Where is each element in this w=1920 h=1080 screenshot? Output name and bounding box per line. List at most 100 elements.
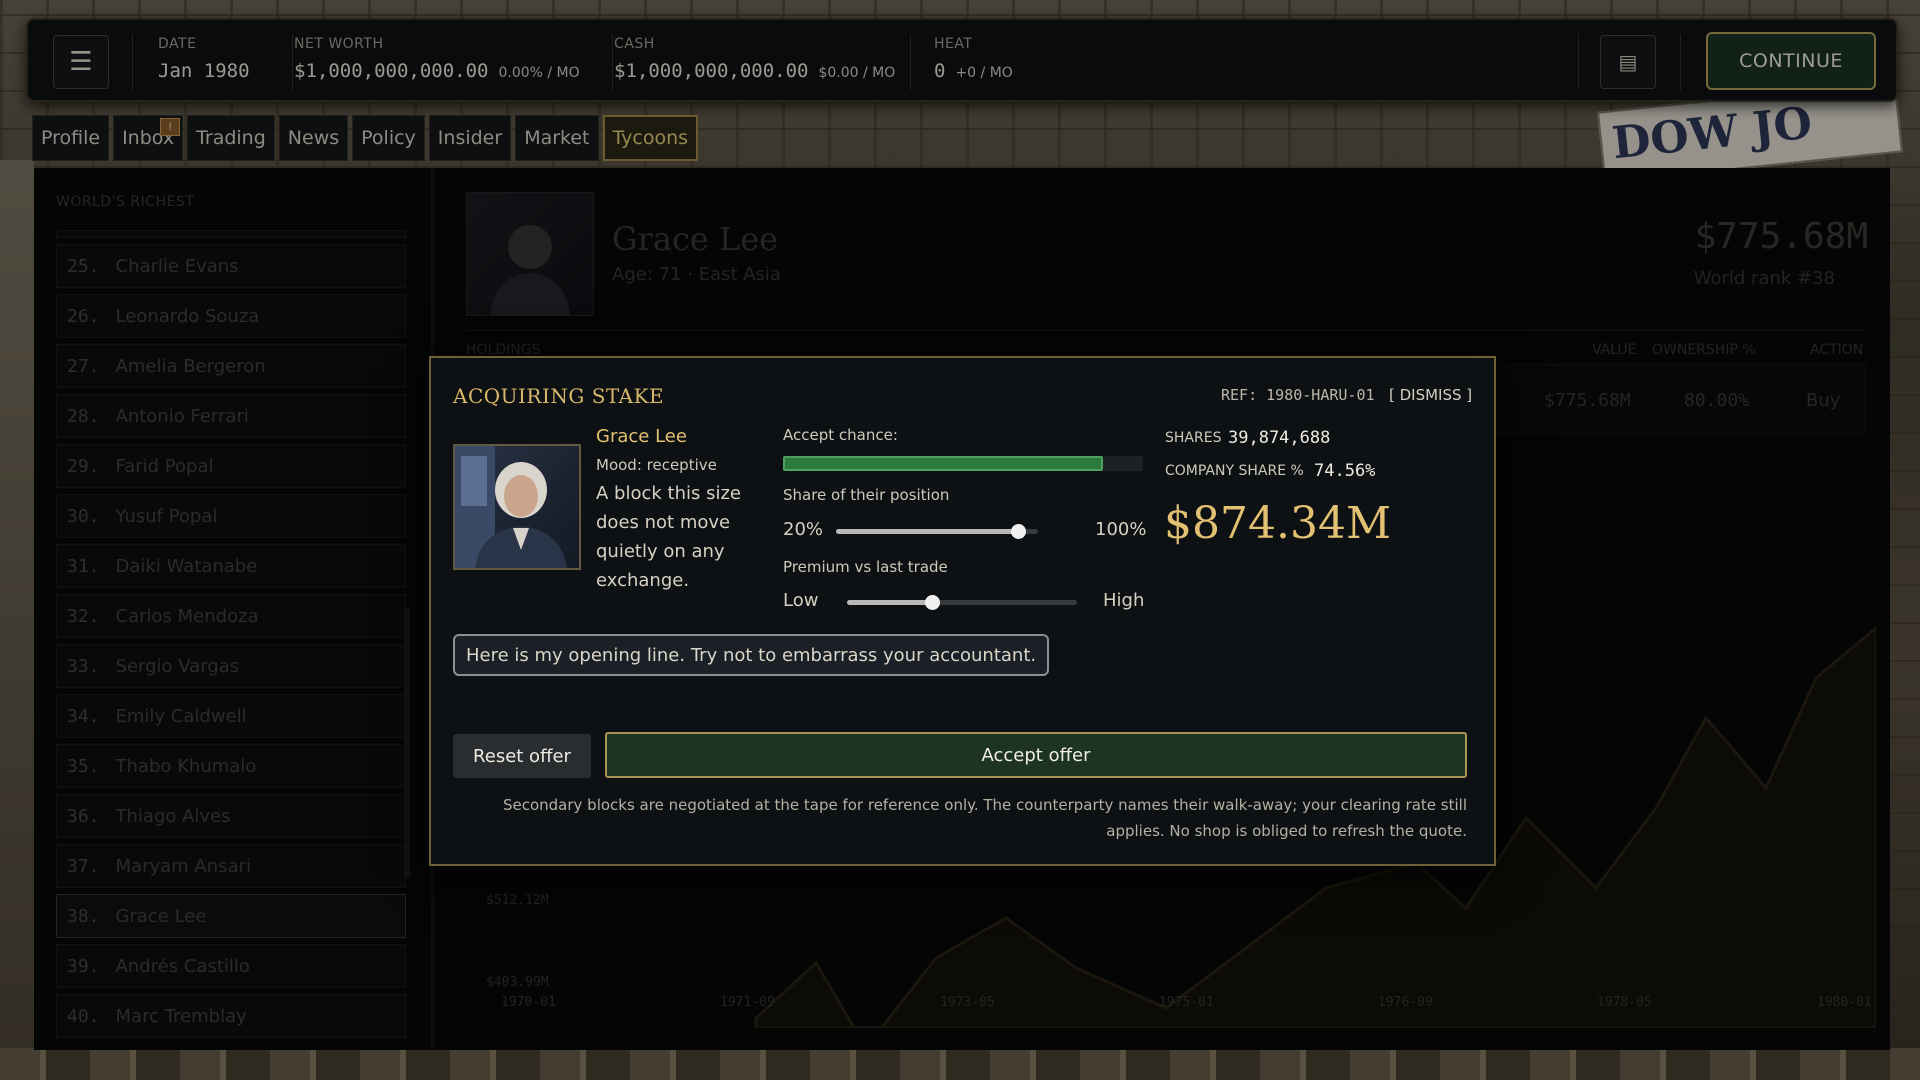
reset-offer-button[interactable]: Reset offer — [453, 734, 591, 778]
list-item[interactable]: 33. Sergio Vargas — [56, 644, 406, 688]
chart-x-tick: 1976-09 — [1378, 995, 1433, 1010]
background-left-edge — [0, 160, 34, 1050]
tycoon-name-heading: Grace Lee — [612, 220, 779, 258]
divider — [612, 34, 613, 90]
holding-value: $775.68M — [1544, 390, 1631, 411]
tycoon-name: Maryam Ansari — [115, 855, 251, 877]
continue-button[interactable]: CONTINUE — [1706, 32, 1876, 90]
net-worth-label: NET WORTH — [294, 36, 384, 52]
main-tabs: Profile Inbox! Trading News Policy Insid… — [32, 115, 699, 161]
accept-chance-bar — [783, 456, 1143, 471]
divider — [910, 34, 911, 90]
rank: 33. — [67, 655, 100, 677]
list-item[interactable]: 29. Farid Popal — [56, 444, 406, 488]
tab-label: Profile — [41, 127, 101, 149]
rank: 28. — [67, 405, 100, 427]
tab-profile[interactable]: Profile — [32, 115, 110, 161]
tycoon-name: Marc Tremblay — [115, 1005, 247, 1027]
list-item[interactable]: 36. Thiago Alves — [56, 794, 406, 838]
date-value: Jan 1980 — [158, 60, 250, 82]
tycoon-name: Daiki Watanabe — [115, 555, 258, 577]
rank: 26. — [67, 305, 100, 327]
divider — [132, 34, 133, 90]
accept-offer-button[interactable]: Accept offer — [605, 732, 1467, 778]
tab-trading[interactable]: Trading — [187, 115, 275, 161]
rank: 40. — [67, 1005, 100, 1027]
tab-inbox[interactable]: Inbox! — [113, 115, 184, 161]
list-item[interactable]: 28. Antonio Ferrari — [56, 394, 406, 438]
tycoon-name: Sergio Vargas — [115, 655, 240, 677]
notification-badge: ! — [160, 118, 181, 136]
tycoon-name: Farid Popal — [115, 455, 214, 477]
tycoon-name: Thiago Alves — [115, 805, 231, 827]
list-item[interactable]: 25. Charlie Evans — [56, 244, 406, 288]
tab-label: Insider — [437, 127, 503, 149]
tycoon-name: Grace Lee — [115, 905, 207, 927]
background-floor — [0, 1048, 1920, 1080]
world-richest-list: 25. Charlie Evans 26. Leonardo Souza 27. Am… — [56, 230, 406, 1044]
counterparty-name: Grace Lee — [596, 426, 687, 447]
shares-value: 39,874,688 — [1228, 428, 1331, 448]
tab-news[interactable]: News — [278, 115, 349, 161]
list-item[interactable]: 35. Thabo Khumalo — [56, 744, 406, 788]
ledger-button[interactable]: ▤ — [1600, 35, 1656, 89]
menu-button[interactable]: ☰ — [53, 35, 109, 89]
tycoon-portrait — [466, 192, 594, 316]
list-scrollbar[interactable] — [404, 608, 410, 878]
premium-slider-label: Premium vs last trade — [783, 558, 948, 576]
tab-label: Tycoons — [612, 127, 689, 149]
rank: 27. — [67, 355, 100, 377]
list-item[interactable]: 39. Andrés Castillo — [56, 944, 406, 988]
cash-rate: $0.00 / MO — [818, 65, 896, 81]
tycoon-world-rank: World rank #38 — [1693, 268, 1835, 289]
share-slider[interactable] — [836, 524, 1038, 539]
list-item[interactable]: 37. Maryam Ansari — [56, 844, 406, 888]
list-item[interactable]: 32. Carlos Mendoza — [56, 594, 406, 638]
acquire-stake-dialog: ACQUIRING STAKE REF: 1980-HARU-01 [ DISM… — [429, 356, 1496, 866]
tab-market[interactable]: Market — [515, 115, 599, 161]
tycoon-name: Emily Caldwell — [115, 705, 247, 727]
tycoon-name: Carlos Mendoza — [115, 605, 259, 627]
premium-slider[interactable] — [847, 595, 1077, 610]
list-item[interactable]: 34. Emily Caldwell — [56, 694, 406, 738]
list-item[interactable]: 31. Daiki Watanabe — [56, 544, 406, 588]
deal-reference: REF: 1980-HARU-01 — [1221, 386, 1375, 404]
world-richest-title: WORLD'S RICHEST — [56, 194, 195, 210]
disclaimer-text: Secondary blocks are negotiated at the t… — [502, 796, 1467, 840]
tab-policy[interactable]: Policy — [352, 115, 425, 161]
premium-slider-fill — [847, 600, 933, 605]
company-share-label: COMPANY SHARE % — [1165, 463, 1304, 479]
list-item-selected[interactable]: 38. Grace Lee — [56, 894, 406, 938]
tab-tycoons[interactable]: Tycoons — [602, 115, 699, 161]
hamburger-menu-icon: ☰ — [69, 47, 93, 77]
heat-stat: HEAT 0 +0 / MO — [934, 36, 1013, 82]
share-min-label: 20% — [783, 519, 824, 540]
premium-min-label: Low — [783, 590, 819, 611]
holdings-col-ownership: OWNERSHIP % — [1652, 342, 1756, 358]
rank: 34. — [67, 705, 100, 727]
dialog-title: ACQUIRING STAKE — [453, 384, 665, 408]
rank: 36. — [67, 805, 100, 827]
portrait-figure-icon — [455, 446, 567, 568]
rank: 35. — [67, 755, 100, 777]
rank: 31. — [67, 555, 100, 577]
list-item[interactable]: 26. Leonardo Souza — [56, 294, 406, 338]
net-worth-rate: 0.00% / MO — [498, 65, 580, 81]
premium-max-label: High — [1103, 590, 1145, 611]
net-worth-stat: NET WORTH $1,000,000,000.00 0.00% / MO — [294, 36, 580, 82]
dismiss-button[interactable]: [ DISMISS ] — [1389, 386, 1472, 404]
tycoon-name: Amelia Bergeron — [115, 355, 266, 377]
holding-buy-button[interactable]: Buy — [1806, 390, 1840, 411]
premium-slider-handle[interactable] — [925, 595, 941, 610]
divider — [466, 330, 1866, 331]
top-status-bar: ☰ DATE Jan 1980 NET WORTH $1,000,000,000… — [26, 18, 1898, 102]
divider — [1680, 34, 1681, 90]
share-slider-handle[interactable] — [1010, 524, 1026, 539]
opening-line-input[interactable]: Here is my opening line. Try not to emba… — [453, 634, 1050, 676]
list-item[interactable]: 27. Amelia Bergeron — [56, 344, 406, 388]
rank: 29. — [67, 455, 100, 477]
divider — [1578, 34, 1579, 90]
list-item[interactable]: 30. Yusuf Popal — [56, 494, 406, 538]
list-item[interactable]: 40. Marc Tremblay — [56, 994, 406, 1038]
tab-insider[interactable]: Insider — [428, 115, 512, 161]
